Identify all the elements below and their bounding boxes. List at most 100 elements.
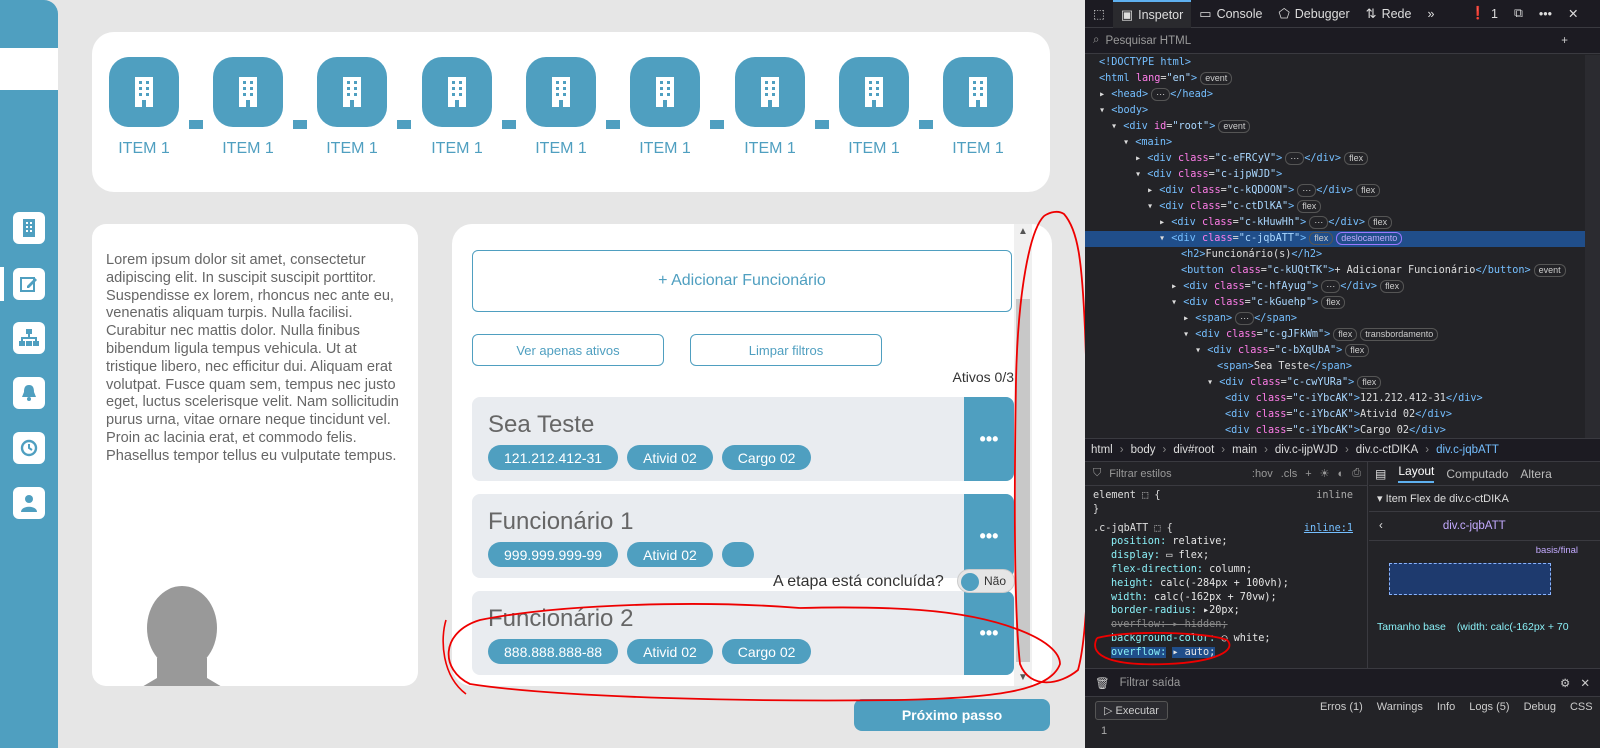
tree-line[interactable]: ▸ <div class="c-kQDOON"> ⋯ </div> flex	[1085, 183, 1585, 199]
markup-scrollbar[interactable]	[1585, 55, 1600, 438]
more-options-button[interactable]: •••	[964, 397, 1014, 481]
step-item[interactable]: ITEM 1	[526, 57, 596, 158]
tree-line[interactable]: ▾ <main>	[1085, 135, 1585, 151]
stage-complete-toggle[interactable]: Não	[957, 569, 1015, 593]
bell-icon[interactable]	[13, 377, 45, 409]
add-rule-icon[interactable]: +	[1305, 468, 1311, 480]
building-icon[interactable]	[526, 57, 596, 127]
tab-console[interactable]: ▭ Console	[1191, 0, 1270, 28]
step-item[interactable]: ITEM 1	[317, 57, 387, 158]
tree-line-selected[interactable]: ▾ <div class="c-jqbATT"> flex deslocamento	[1085, 231, 1585, 247]
log-level-filter[interactable]: CSS	[1570, 701, 1593, 713]
tab-layout[interactable]: Layout	[1398, 464, 1435, 483]
more-options-button[interactable]: •••	[964, 494, 1014, 578]
responsive-icon[interactable]: ⧉	[1506, 0, 1531, 28]
user-icon[interactable]	[13, 487, 45, 519]
tree-line[interactable]: <!DOCTYPE html>	[1085, 55, 1585, 71]
rule-line[interactable]: position: relative;	[1085, 535, 1367, 549]
html-search[interactable]: ⌕ Pesquisar HTML +	[1085, 28, 1600, 54]
rule-line[interactable]: display: ▭ flex;	[1085, 549, 1367, 563]
rule-line[interactable]: overflow: ▸ hidden;	[1085, 618, 1367, 632]
step-item[interactable]: ITEM 1	[109, 57, 179, 158]
tree-line[interactable]: ▸ <span> ⋯ </span>	[1085, 311, 1585, 327]
tab-inspector[interactable]: ▣ Inspetor	[1112, 0, 1192, 28]
step-item[interactable]: ITEM 1	[213, 57, 283, 158]
cls-button[interactable]: .cls	[1281, 468, 1298, 480]
error-badge[interactable]: ❗ 1	[1462, 0, 1506, 28]
tree-line[interactable]: ▾ <div class="c-ctDlKA"> flex	[1085, 199, 1585, 215]
settings-icon[interactable]: ⚙	[1560, 676, 1570, 690]
tree-line[interactable]: ▾ <div class="c-ijpWJD">	[1085, 167, 1585, 183]
tree-line[interactable]: ▾ <div class="c-cwYURa"> flex	[1085, 375, 1585, 391]
rule-line[interactable]: border-radius: ▸20px;	[1085, 604, 1367, 618]
next-step-button[interactable]: Próximo passo	[854, 699, 1050, 731]
tree-line[interactable]: ▾ <div class="c-bXqUbA"> flex	[1085, 343, 1585, 359]
tree-line[interactable]: ▸ <div class="c-hfAyug"> ⋯ </div> flex	[1085, 279, 1585, 295]
log-level-filter[interactable]: Warnings	[1377, 701, 1423, 713]
building-icon[interactable]	[943, 57, 1013, 127]
filter-styles-input[interactable]: Filtrar estilos	[1109, 468, 1171, 480]
close-console-icon[interactable]: ✕	[1580, 676, 1590, 690]
breadcrumb-item[interactable]: div#root	[1173, 444, 1214, 456]
menu-dots-icon[interactable]: •••	[1531, 0, 1560, 28]
flex-item-header[interactable]: ▾ Item Flex de div.c-ctDIKA	[1369, 486, 1600, 512]
tree-line[interactable]: ▾ <body>	[1085, 103, 1585, 119]
more-tabs-icon[interactable]: »	[1419, 0, 1442, 28]
rule-line[interactable]: width: calc(-162px + 70vw);	[1085, 591, 1367, 605]
log-level-filter[interactable]: Erros (1)	[1320, 701, 1363, 713]
close-icon[interactable]: ✕	[1560, 0, 1586, 28]
building-icon[interactable]	[317, 57, 387, 127]
filter-active-button[interactable]: Ver apenas ativos	[472, 334, 664, 366]
add-employee-button[interactable]: + Adicionar Funcionário	[472, 250, 1012, 312]
tree-line[interactable]: <button class="c-kUQtTK">+ Adicionar Fun…	[1085, 263, 1585, 279]
tab-debugger[interactable]: ⬠ Debugger	[1270, 0, 1357, 28]
add-node-icon[interactable]: +	[1561, 35, 1568, 47]
rule-line[interactable]: height: calc(-284px + 100vh);	[1085, 577, 1367, 591]
breadcrumb-item[interactable]: div.c-ctDIKA	[1356, 444, 1418, 456]
run-button[interactable]: ▷ Executar	[1095, 701, 1168, 720]
edit-icon[interactable]	[13, 268, 45, 300]
trash-icon[interactable]: 🗑	[1095, 676, 1110, 690]
scrollbar[interactable]: ▲ ▼	[1014, 224, 1032, 686]
clear-filters-button[interactable]: Limpar filtros	[690, 334, 882, 366]
history-icon[interactable]	[13, 432, 45, 464]
building-icon[interactable]	[109, 57, 179, 127]
filter-output-input[interactable]: Filtrar saída	[1120, 677, 1181, 689]
flex-selector[interactable]: div.c-jqbATT	[1443, 520, 1506, 532]
employee-card[interactable]: Funcionário 2 888.888.888-88 Ativid 02 Carg…	[472, 591, 1014, 675]
breadcrumb-item[interactable]: html	[1091, 444, 1113, 456]
dark-theme-icon[interactable]: ◐	[1338, 468, 1345, 480]
print-icon[interactable]: ⎙	[1352, 467, 1361, 480]
employee-card[interactable]: Funcionário 1 999.999.999-99 Ativid 02 •••	[472, 494, 1014, 578]
sidebar-toggle-icon[interactable]: ▤	[1375, 467, 1386, 481]
building-icon[interactable]	[735, 57, 805, 127]
tab-computed[interactable]: Computado	[1446, 467, 1508, 481]
scroll-thumb[interactable]	[1016, 299, 1030, 662]
log-level-filter[interactable]: Info	[1437, 701, 1455, 713]
more-options-button[interactable]: •••	[964, 591, 1014, 675]
employee-card[interactable]: Sea Teste 121.212.412-31 Ativid 02 Cargo 02…	[472, 397, 1014, 481]
building-icon[interactable]	[422, 57, 492, 127]
element-picker-icon[interactable]: ⬚	[1085, 0, 1113, 28]
tree-line[interactable]: <span>Sea Teste</span>	[1085, 359, 1585, 375]
tab-network[interactable]: ⇅ Rede	[1358, 0, 1420, 28]
console-area[interactable]: ▷ Executar Erros (1) Warnings Info Logs (5)…	[1085, 696, 1600, 748]
tree-line[interactable]: <div class="c-iYbcAK">Ativid 02</div>	[1085, 407, 1585, 423]
log-level-filter[interactable]: Logs (5)	[1469, 701, 1509, 713]
building-icon[interactable]	[213, 57, 283, 127]
tree-line[interactable]: ▾ <div class="c-gJFkWm"> flex transbordame…	[1085, 327, 1585, 343]
step-item[interactable]: ITEM 1	[630, 57, 700, 158]
tree-line[interactable]: ▾ <div id="root"> event	[1085, 119, 1585, 135]
tree-line[interactable]: <h2>Funcionário(s)</h2>	[1085, 247, 1585, 263]
markup-tree[interactable]: <!DOCTYPE html> <html lang="en"> event ▸ …	[1085, 55, 1585, 438]
step-item[interactable]: ITEM 1	[735, 57, 805, 158]
building-icon[interactable]	[839, 57, 909, 127]
breadcrumb-item[interactable]: div.c-jqbATT	[1436, 444, 1499, 456]
tree-line[interactable]: <div class="c-iYbcAK">Cargo 02</div>	[1085, 423, 1585, 438]
tree-line[interactable]: <div class="c-iYbcAK">121.212.412-31</di…	[1085, 391, 1585, 407]
rule-line[interactable]: flex-direction: column;	[1085, 563, 1367, 577]
log-level-filter[interactable]: Debug	[1524, 701, 1556, 713]
scroll-up-icon[interactable]: ▲	[1014, 226, 1032, 237]
step-item[interactable]: ITEM 1	[839, 57, 909, 158]
breadcrumb-item[interactable]: body	[1131, 444, 1156, 456]
